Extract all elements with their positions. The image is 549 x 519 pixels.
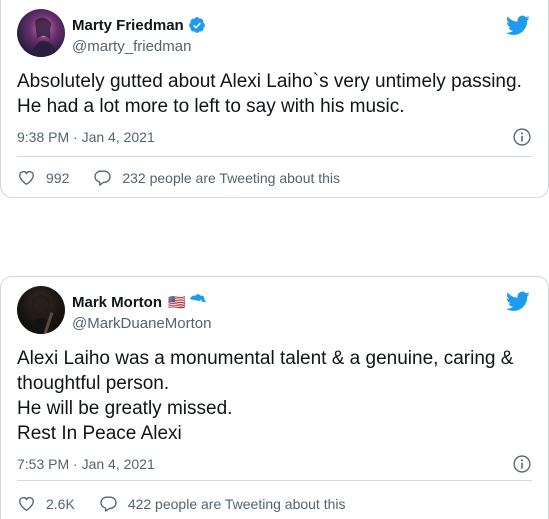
tweet-meta: 9:38 PM · Jan 4, 2021 [17, 127, 532, 147]
heart-icon [17, 168, 36, 187]
tweet-text: Alexi Laiho was a monumental talent & a … [17, 348, 514, 444]
verified-badge-icon [188, 16, 206, 34]
avatar[interactable] [17, 9, 65, 57]
author-row: Marty Friedman [72, 16, 206, 34]
tweeting-about-link[interactable]: 422 people are Tweeting about this [99, 494, 346, 513]
timestamp[interactable]: 7:53 PM · Jan 4, 2021 [17, 456, 155, 472]
tweet-card[interactable]: Marty Friedman @marty_friedman Absolutel… [0, 0, 549, 198]
display-name[interactable]: Marty Friedman [72, 17, 184, 34]
verified-badge-icon [189, 293, 207, 311]
author-row: Mark Morton 🇺🇸 [72, 293, 207, 311]
tweet-card[interactable]: Mark Morton 🇺🇸 @MarkDuaneMorton Alexi La… [0, 276, 549, 519]
display-name[interactable]: Mark Morton [72, 294, 162, 311]
like-count: 2.6K [46, 495, 75, 512]
handle[interactable]: @marty_friedman [72, 38, 191, 55]
us-flag-icon: 🇺🇸 [168, 294, 186, 310]
info-icon[interactable] [512, 454, 532, 474]
like-button[interactable]: 2.6K [17, 494, 75, 513]
tweeting-about-link[interactable]: 232 people are Tweeting about this [93, 168, 340, 187]
timestamp[interactable]: 9:38 PM · Jan 4, 2021 [17, 129, 155, 145]
tweet-meta: 7:53 PM · Jan 4, 2021 [17, 454, 532, 474]
heart-icon [17, 494, 36, 513]
avatar[interactable] [17, 286, 65, 334]
like-button[interactable]: 992 [17, 168, 69, 187]
twitter-bird-icon[interactable] [506, 13, 530, 37]
divider [17, 156, 532, 157]
like-count: 992 [46, 169, 70, 186]
reply-bubble-icon [99, 494, 118, 513]
twitter-bird-icon[interactable] [506, 289, 530, 313]
divider [17, 480, 532, 481]
tweet-actions: 992 232 people are Tweeting about this [17, 168, 340, 187]
handle[interactable]: @MarkDuaneMorton [72, 315, 211, 332]
reply-bubble-icon [93, 168, 112, 187]
info-icon[interactable] [512, 127, 532, 147]
tweeting-about-text: 422 people are Tweeting about this [127, 495, 346, 512]
tweeting-about-text: 232 people are Tweeting about this [122, 169, 341, 186]
tweet-actions: 2.6K 422 people are Tweeting about this [17, 494, 346, 513]
tweet-text: Absolutely gutted about Alexi Laiho`s ve… [17, 71, 522, 117]
